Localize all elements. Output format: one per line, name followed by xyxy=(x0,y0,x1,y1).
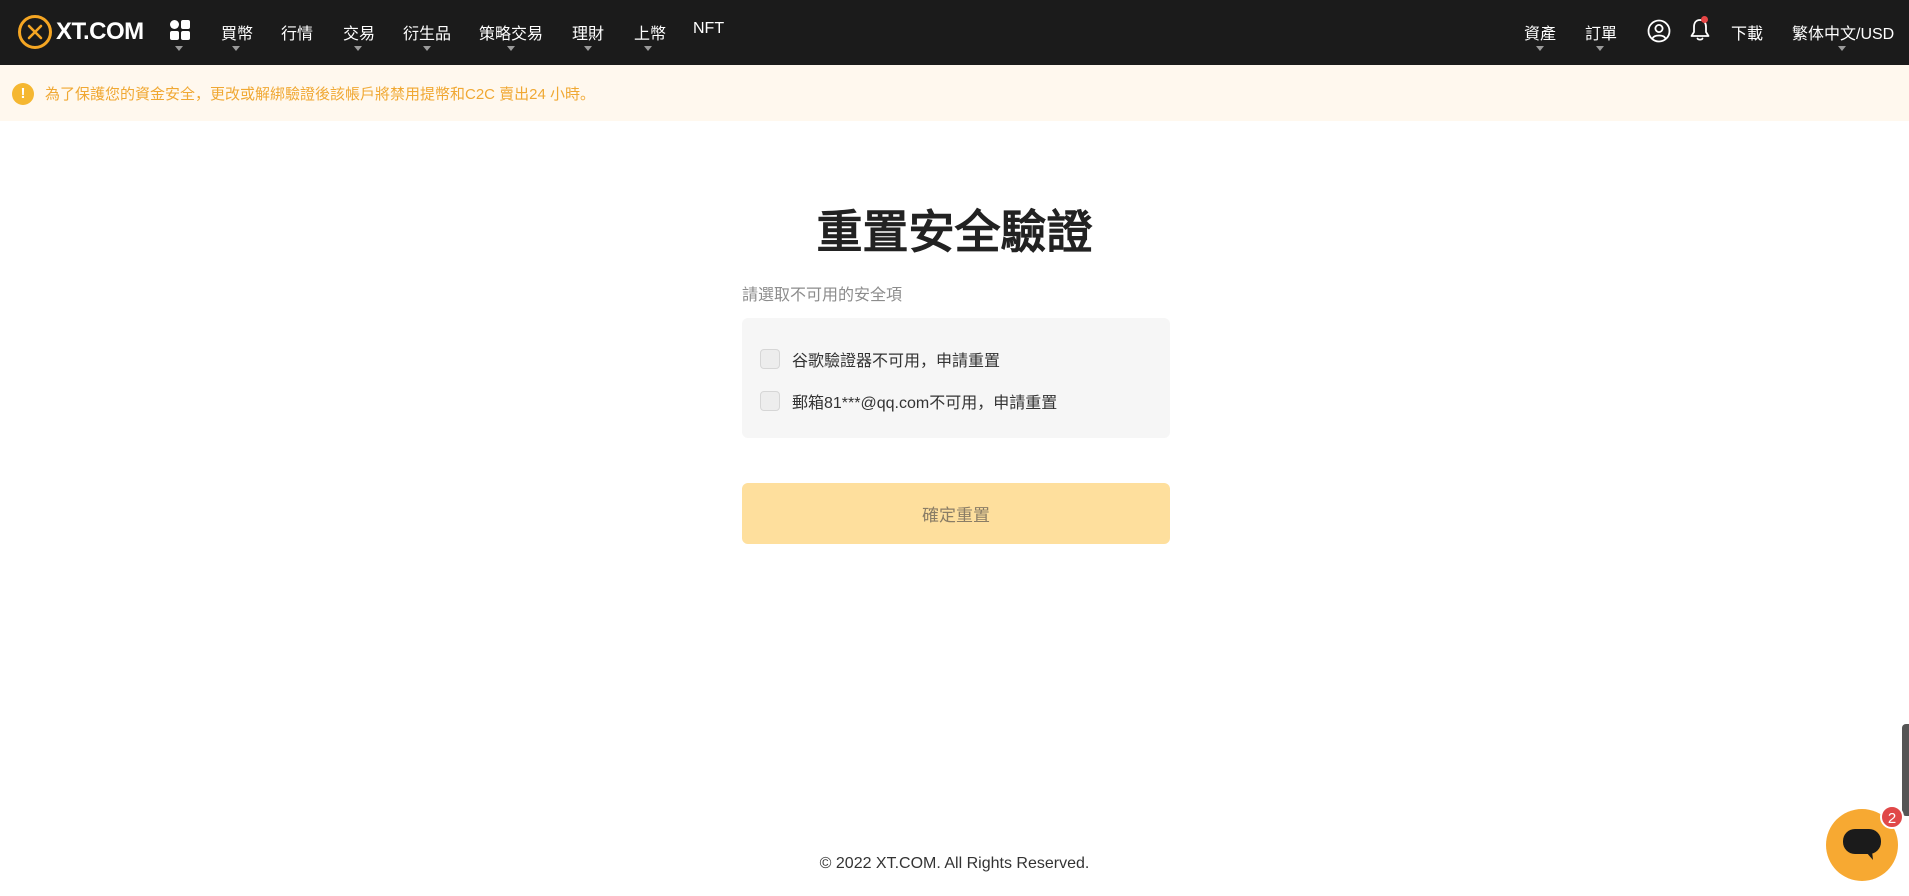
chat-unread-badge: 2 xyxy=(1880,805,1904,829)
chat-bubble-icon xyxy=(1843,829,1881,860)
xt-logo[interactable]: XT.COM xyxy=(18,14,144,50)
chevron-down-icon xyxy=(1536,46,1544,51)
option-label: 郵箱81***@qq.com不可用，申請重置 xyxy=(792,395,1058,412)
apps-grid-icon[interactable] xyxy=(170,20,190,40)
nav-orders[interactable]: 訂單 xyxy=(1585,20,1617,44)
chevron-down-icon xyxy=(507,46,515,51)
page-subtitle: 請選取不可用的安全項 xyxy=(742,287,903,304)
nav-earn[interactable]: 理財 xyxy=(572,20,604,44)
language-currency-selector[interactable]: 繁体中文/USD xyxy=(1792,20,1894,44)
warning-icon: ! xyxy=(12,83,34,105)
email-checkbox[interactable] xyxy=(760,391,780,411)
page-title: 重置安全驗證 xyxy=(816,206,1093,258)
notification-bell-icon[interactable] xyxy=(1688,17,1712,43)
security-options-panel: 谷歌驗證器不可用，申請重置 郵箱81***@qq.com不可用，申請重置 xyxy=(742,318,1170,438)
nav-download[interactable]: 下載 xyxy=(1731,20,1763,44)
nav-derivatives[interactable]: 衍生品 xyxy=(403,20,451,44)
nav-nft[interactable]: NFT xyxy=(693,20,724,38)
nav-assets[interactable]: 資產 xyxy=(1524,20,1556,44)
chevron-down-icon xyxy=(584,46,592,51)
nav-buy-crypto[interactable]: 買幣 xyxy=(221,20,253,44)
nav-strategy-trading[interactable]: 策略交易 xyxy=(479,20,543,44)
chevron-down-icon xyxy=(1596,46,1604,51)
top-navbar: XT.COM 買幣 行情 交易 衍生品 策略交易 理財 上幣 NFT 資產 訂單… xyxy=(0,0,1909,65)
side-edge-tab[interactable] xyxy=(1902,724,1909,816)
footer-copyright: © 2022 XT.COM. All Rights Reserved. xyxy=(819,855,1090,872)
nav-trade[interactable]: 交易 xyxy=(343,20,375,44)
chevron-down-icon xyxy=(644,46,652,51)
chevron-down-icon xyxy=(232,46,240,51)
notification-dot xyxy=(1701,16,1708,23)
logo-text: XT.COM xyxy=(56,18,144,45)
option-google-authenticator[interactable]: 谷歌驗證器不可用，申請重置 xyxy=(760,347,1000,371)
chevron-down-icon xyxy=(354,46,362,51)
chevron-down-icon xyxy=(1838,46,1846,51)
option-label: 谷歌驗證器不可用，申請重置 xyxy=(792,353,1001,370)
option-email[interactable]: 郵箱81***@qq.com不可用，申請重置 xyxy=(760,389,1057,413)
chevron-down-icon xyxy=(423,46,431,51)
xt-logo-mark-icon xyxy=(18,15,52,49)
nav-listing[interactable]: 上幣 xyxy=(634,20,666,44)
confirm-reset-button[interactable]: 確定重置 xyxy=(742,483,1170,544)
security-warning-banner: ! 為了保護您的資金安全，更改或解綁驗證後該帳戶將禁用提幣和C2C 賣出24 小… xyxy=(0,65,1909,121)
google-authenticator-checkbox[interactable] xyxy=(760,349,780,369)
user-account-icon[interactable] xyxy=(1647,19,1671,43)
chevron-down-icon xyxy=(175,46,183,51)
nav-markets[interactable]: 行情 xyxy=(281,20,313,44)
warning-text: 為了保護您的資金安全，更改或解綁驗證後該帳戶將禁用提幣和C2C 賣出24 小時。 xyxy=(45,86,596,103)
